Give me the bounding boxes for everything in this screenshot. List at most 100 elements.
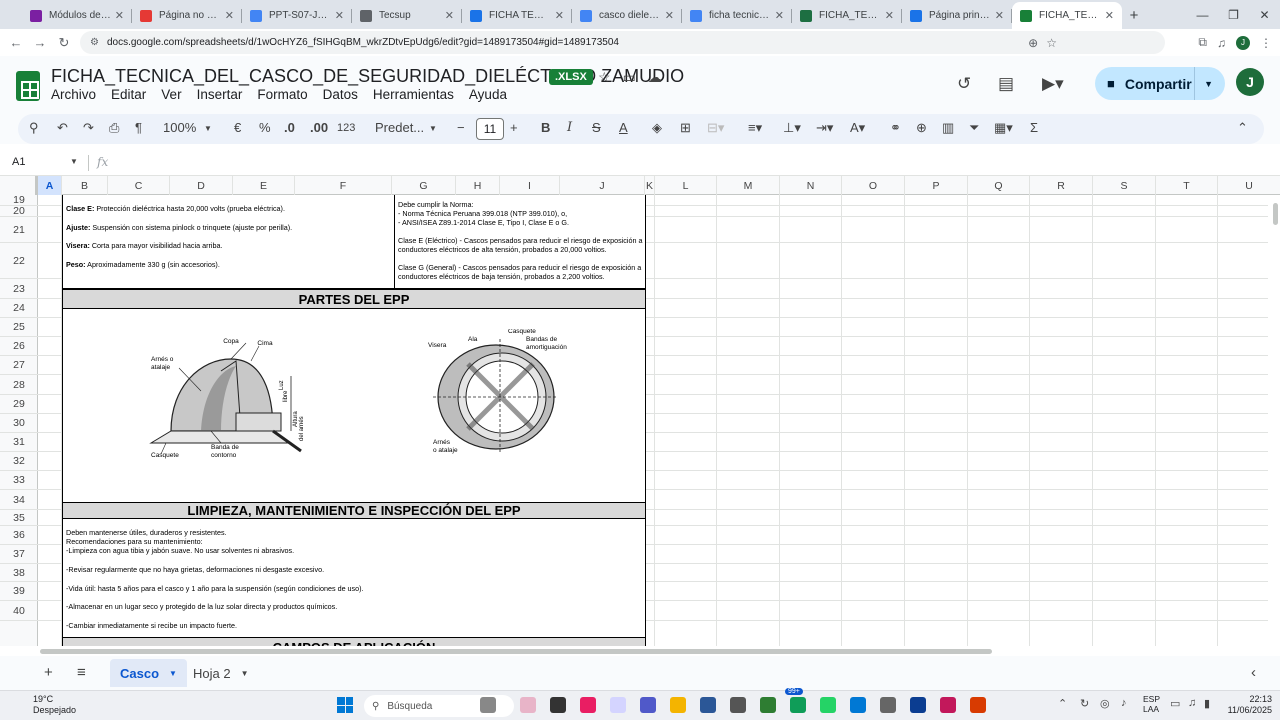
app-icon[interactable] <box>730 697 746 713</box>
row-header[interactable]: 39 <box>0 582 38 601</box>
store-icon[interactable] <box>700 697 716 713</box>
browser-tab[interactable]: PPT-S07-JQUISPE ✕ <box>242 2 352 29</box>
text-color-icon[interactable]: A <box>619 120 628 135</box>
column-header[interactable]: U <box>1218 176 1280 195</box>
collapse-toolbar-icon[interactable]: ⌃ <box>1237 120 1248 136</box>
cloud-status-icon[interactable]: ☁ <box>648 69 662 86</box>
browser-tab[interactable]: Módulos del curso ✕ <box>22 2 132 29</box>
vertical-align-icon[interactable]: ⊥▾ <box>783 120 801 136</box>
vscode-icon[interactable] <box>850 697 866 713</box>
close-tab-icon[interactable]: ✕ <box>335 9 344 22</box>
close-window-icon[interactable]: ✕ <box>1249 0 1280 29</box>
sheet-tab-casco[interactable]: Casco ▼ <box>110 659 187 687</box>
column-header[interactable]: A <box>38 176 62 195</box>
column-header[interactable]: N <box>780 176 842 195</box>
column-header[interactable]: K <box>645 176 655 195</box>
column-header[interactable]: T <box>1156 176 1218 195</box>
number-format-button[interactable]: 123 <box>337 122 355 134</box>
column-header[interactable]: G <box>392 176 456 195</box>
widgets-icon[interactable] <box>480 697 496 713</box>
star-icon[interactable]: ☆ <box>598 69 611 86</box>
sheet-tab-hoja2[interactable]: Hoja 2 ▼ <box>183 659 259 687</box>
menu-item[interactable]: Insertar <box>197 87 243 102</box>
text-wrap-icon[interactable]: ⇥▾ <box>816 120 833 136</box>
bookmark-star-icon[interactable]: ☆ <box>1046 36 1057 50</box>
close-tab-icon[interactable]: ✕ <box>115 9 124 22</box>
select-all-corner[interactable] <box>0 176 38 195</box>
row-header[interactable]: 37 <box>0 545 38 564</box>
row-header[interactable]: 38 <box>0 564 38 582</box>
browser-tab[interactable]: Tecsup ✕ <box>352 2 462 29</box>
search-menus-icon[interactable]: ⚲ <box>29 120 39 136</box>
row-header[interactable]: 26 <box>0 337 38 356</box>
zoom-select[interactable]: 100% <box>163 120 196 135</box>
sheet-tab-dropdown-icon[interactable]: ▼ <box>241 669 249 678</box>
paint-format-icon[interactable]: ¶ <box>135 120 142 135</box>
windows-start-icon[interactable] <box>337 697 353 713</box>
column-header[interactable]: B <box>62 176 108 195</box>
row-header[interactable]: 40 <box>0 601 38 621</box>
column-header[interactable]: L <box>655 176 717 195</box>
column-header[interactable]: Q <box>968 176 1030 195</box>
row-header[interactable]: 29 <box>0 395 38 414</box>
horizontal-scrollbar[interactable] <box>0 646 1280 656</box>
vertical-scrollbar[interactable] <box>1270 195 1280 646</box>
minimize-icon[interactable]: — <box>1187 0 1218 29</box>
percent-format-button[interactable]: % <box>259 120 271 135</box>
row-header[interactable]: 32 <box>0 452 38 471</box>
whatsapp-icon[interactable] <box>820 697 836 713</box>
browser-tab[interactable]: Página no encontrada ✕ <box>132 2 242 29</box>
close-tab-icon[interactable]: ✕ <box>775 9 784 22</box>
acrobat-icon[interactable] <box>940 697 956 713</box>
column-header[interactable]: H <box>456 176 500 195</box>
column-header[interactable]: D <box>170 176 233 195</box>
history-icon[interactable]: ↺ <box>957 74 971 94</box>
filter-icon[interactable]: ⏷ <box>969 120 979 136</box>
site-info-icon[interactable]: ⚙ <box>90 37 99 48</box>
side-panel-toggle-icon[interactable]: ‹ <box>1251 664 1256 681</box>
menu-item[interactable]: Datos <box>323 87 358 102</box>
menu-item[interactable]: Archivo <box>51 87 96 102</box>
back-icon[interactable]: ← <box>4 31 28 55</box>
copilot-app-icon[interactable] <box>520 697 536 713</box>
row-header[interactable]: 31 <box>0 433 38 452</box>
row-header[interactable]: 28 <box>0 375 38 395</box>
tray-sync-icon[interactable]: ↻ <box>1080 697 1089 710</box>
browser-tab[interactable]: FICHA_TECNICA_ ✕ <box>1012 2 1122 29</box>
menu-kebab-icon[interactable]: ⋮ <box>1260 36 1272 50</box>
add-sheet-icon[interactable]: + <box>44 664 53 681</box>
close-tab-icon[interactable]: ✕ <box>885 9 894 22</box>
language-indicator[interactable]: ESP LAA <box>1143 694 1160 714</box>
tray-battery-icon[interactable]: ▮ <box>1204 697 1210 710</box>
print-icon[interactable]: ⎙ <box>109 120 119 136</box>
menu-item[interactable]: Formato <box>257 87 307 102</box>
decrease-font-size-icon[interactable]: − <box>457 120 465 135</box>
parts-section-title[interactable]: PARTES DEL EPP <box>62 289 646 309</box>
row-header[interactable]: 23 <box>0 279 38 299</box>
forward-icon[interactable]: → <box>28 31 52 55</box>
close-tab-icon[interactable]: ✕ <box>1105 9 1114 22</box>
close-tab-icon[interactable]: ✕ <box>445 9 454 22</box>
fill-color-icon[interactable]: ◈ <box>652 120 662 136</box>
share-button[interactable]: ■ Compartir ▼ <box>1095 67 1225 100</box>
column-header[interactable]: R <box>1030 176 1093 195</box>
font-size-input[interactable]: 11 <box>476 118 504 140</box>
file-explorer-icon[interactable] <box>550 697 566 713</box>
row-header[interactable]: 34 <box>0 490 38 510</box>
column-header[interactable]: I <box>500 176 560 195</box>
weather-widget[interactable]: 19°C Despejado <box>8 694 76 716</box>
browser-tab[interactable]: FICHA_TECNICA_ ✕ <box>792 2 902 29</box>
row-header[interactable]: 36 <box>0 526 38 545</box>
redo-icon[interactable]: ↷ <box>83 120 94 136</box>
decrease-decimals-button[interactable]: .0 <box>284 120 295 135</box>
music-app-icon[interactable] <box>580 697 596 713</box>
bold-icon[interactable]: B <box>541 120 550 135</box>
menu-item[interactable]: Editar <box>111 87 146 102</box>
clock[interactable]: 22:13 11/06/2025 <box>1228 694 1272 716</box>
column-header[interactable]: J <box>560 176 645 195</box>
browser-tab[interactable]: Página principal ✕ <box>902 2 1012 29</box>
column-header[interactable]: P <box>905 176 968 195</box>
row-header[interactable]: 33 <box>0 471 38 490</box>
all-sheets-icon[interactable]: ≡ <box>77 664 86 681</box>
move-folder-icon[interactable]: ▭ <box>623 69 636 86</box>
